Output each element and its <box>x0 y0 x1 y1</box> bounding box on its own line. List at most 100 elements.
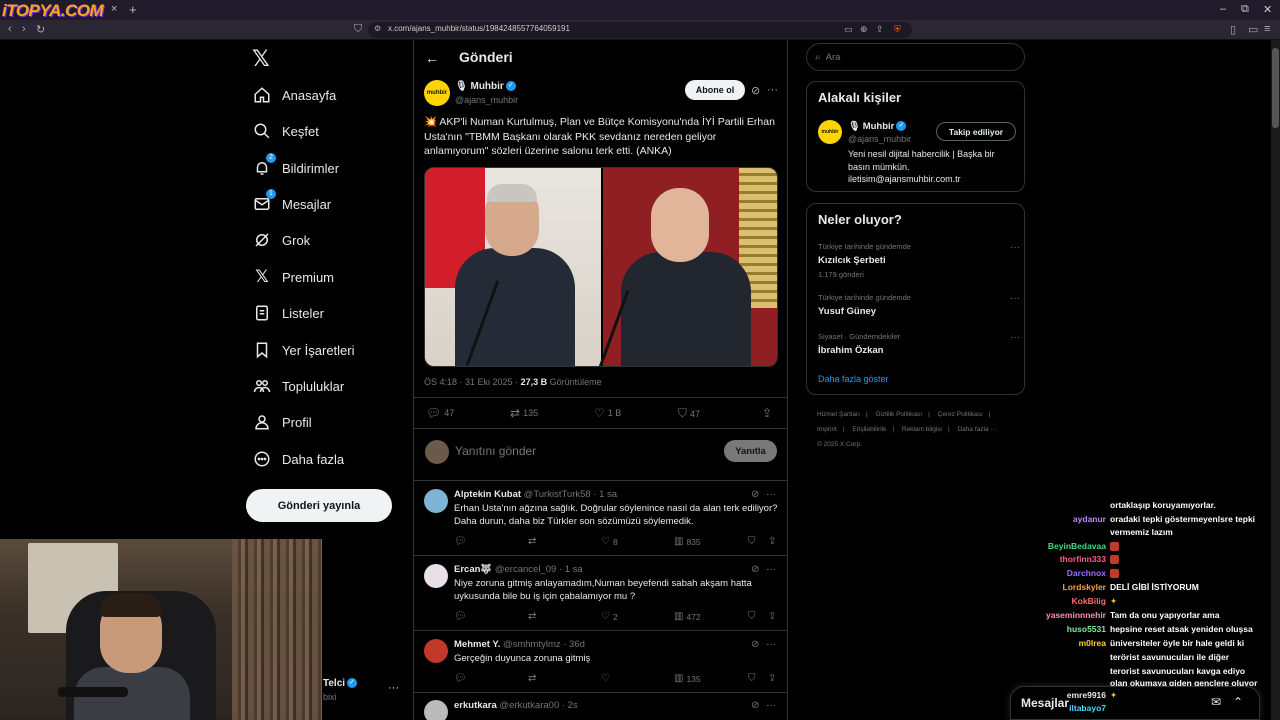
reply-handle[interactable]: @TurkistTurk58 <box>524 489 591 500</box>
nav-item-grok[interactable]: Grok <box>252 227 310 253</box>
like-action[interactable]: ♡ 2 <box>601 611 618 622</box>
back-arrow-icon[interactable]: ‹ <box>8 23 12 35</box>
reply-handle[interactable]: @erkutkara00 <box>499 700 559 711</box>
new-tab-button[interactable]: + <box>129 2 137 17</box>
account-more-icon[interactable]: ··· <box>388 682 399 694</box>
repost-action[interactable]: ⇄ <box>528 673 536 684</box>
footer-link[interactable]: Reklam bilgisi <box>902 426 942 433</box>
footer-link[interactable]: Hizmet Şartları <box>817 411 860 418</box>
grok-icon[interactable]: ⊘ <box>751 84 760 97</box>
nav-item-home[interactable]: Anasayfa <box>252 82 336 108</box>
reply-item[interactable]: Alptekin Kubat @TurkistTurk58 · 1 sa ⊘ ·… <box>414 489 788 556</box>
share-action[interactable]: ⇪ <box>768 673 776 684</box>
grok-icon[interactable]: ⊘ <box>751 639 759 650</box>
nav-item-bookmarks[interactable]: Yer İşaretleri <box>252 337 355 363</box>
post-button[interactable]: Gönderi yayınla <box>246 489 392 522</box>
bookmark-action[interactable]: ⛉ <box>748 536 756 547</box>
more-options-icon[interactable]: ··· <box>1010 242 1020 253</box>
like-action[interactable]: ♡ 8 <box>601 536 618 547</box>
nav-item-communities[interactable]: Topluluklar <box>252 373 344 399</box>
subscribe-button[interactable]: Abone ol <box>685 80 745 100</box>
footer-link[interactable]: Daha fazla ··· <box>957 426 996 433</box>
reply-action[interactable]: 💬︎ <box>454 611 467 622</box>
post-time[interactable]: ÖS 4:18 · 31 Eki 2025 · <box>424 377 521 387</box>
bookmark-action[interactable]: ⛉ <box>748 611 756 622</box>
page-scrollbar[interactable] <box>1271 40 1280 720</box>
sidebar-toggle-icon[interactable]: ▯ <box>1230 23 1236 36</box>
more-options-icon[interactable]: ··· <box>766 564 776 575</box>
reply-avatar[interactable] <box>424 700 448 720</box>
nav-item-more[interactable]: Daha fazla <box>252 446 344 472</box>
reply-item[interactable]: Mehmet Y. @smhmtylmz · 36d ⊘ ··· Gerçeği… <box>414 639 788 691</box>
reply-action[interactable]: 💬︎ <box>454 536 467 547</box>
footer-link[interactable]: Erişilebilirlik <box>852 426 886 433</box>
views-action[interactable]: ▥ 835 <box>674 536 701 547</box>
share-action[interactable]: ⇪ <box>762 406 772 420</box>
menu-icon[interactable]: ≡ <box>1264 23 1270 35</box>
footer-link[interactable]: Imprint <box>817 426 837 433</box>
show-more-link[interactable]: Daha fazla göster <box>818 374 889 384</box>
more-options-icon[interactable]: ··· <box>766 489 776 500</box>
reply-name[interactable]: Alptekin Kubat <box>454 489 521 500</box>
search-box[interactable]: ⌕ <box>806 43 1025 71</box>
bookmark-action[interactable]: ⛉ 47 <box>678 406 700 421</box>
reply-avatar[interactable] <box>424 564 448 588</box>
grok-icon[interactable]: ⊘ <box>751 489 759 500</box>
close-window-button[interactable]: ✕ <box>1263 3 1272 16</box>
minimize-button[interactable]: – <box>1220 3 1226 15</box>
url-text[interactable]: x.com/ajans_muhbir/status/19842485577640… <box>388 24 570 33</box>
more-options-icon[interactable]: ··· <box>766 700 776 711</box>
bookmark-page-icon[interactable]: ⛉ <box>354 23 362 36</box>
more-options-icon[interactable]: ··· <box>767 84 778 96</box>
wallet-icon[interactable]: ▭ <box>1248 23 1258 36</box>
back-arrow-icon[interactable]: ← <box>425 50 439 66</box>
search-input[interactable] <box>825 51 1006 63</box>
post-image[interactable] <box>424 167 778 367</box>
reload-icon[interactable]: ↻ <box>36 23 45 36</box>
repost-action[interactable]: ⇄ 135 <box>510 406 538 420</box>
grok-icon[interactable]: ⊘ <box>751 564 759 575</box>
cast-icon[interactable]: ▭ <box>844 24 853 35</box>
reply-action[interactable]: 💬︎ <box>454 673 467 684</box>
like-action[interactable]: ♡ <box>601 673 610 684</box>
trend-item[interactable]: Siyaset · Gündemdekiler İbrahim Özkan ··… <box>818 332 1020 356</box>
reply-name[interactable]: Mehmet Y. <box>454 639 500 650</box>
reply-time[interactable]: · 2s <box>562 700 578 711</box>
account-switcher[interactable]: Telci ✓ bixi <box>323 678 358 702</box>
restore-button[interactable]: ⧉ <box>1241 3 1249 16</box>
footer-link[interactable]: Gizlilik Politikası <box>876 411 923 418</box>
zoom-icon[interactable]: ⊕ <box>860 24 868 35</box>
reply-avatar[interactable] <box>424 489 448 513</box>
reply-time[interactable]: · 1 sa <box>593 489 617 500</box>
reply-time[interactable]: · 36d <box>563 639 585 650</box>
like-action[interactable]: ♡ 1 B <box>594 406 621 420</box>
related-handle[interactable]: @ajans_muhbir <box>848 134 911 144</box>
reply-input[interactable]: Yanıtını gönder <box>455 444 536 458</box>
reply-avatar[interactable] <box>424 639 448 663</box>
footer-link[interactable]: Çerez Politikası <box>938 411 983 418</box>
brave-shield-icon[interactable]: ⛨ <box>894 24 901 35</box>
repost-action[interactable]: ⇄ <box>528 611 536 622</box>
reply-name[interactable]: erkutkara <box>454 700 497 711</box>
site-info-icon[interactable]: ⚙ <box>374 24 381 33</box>
scrollbar-thumb[interactable] <box>1272 48 1279 128</box>
reply-handle[interactable]: @smhmtylmz <box>503 639 561 650</box>
reply-item[interactable]: erkutkara @erkutkara00 · 2s ⊘ ··· <box>414 700 788 720</box>
author-avatar[interactable]: muhbir <box>424 80 450 106</box>
share-action[interactable]: ⇪ <box>768 611 776 622</box>
views-action[interactable]: ▥ 472 <box>674 611 701 622</box>
related-avatar[interactable]: muhbir <box>818 120 842 144</box>
nav-item-lists[interactable]: Listeler <box>252 300 324 326</box>
trend-item[interactable]: Türkiye tarihinde gündemde Kızılcık Şerb… <box>818 242 1020 279</box>
x-logo-icon[interactable]: 𝕏 <box>252 46 270 72</box>
reply-handle[interactable]: @ercancel_09 <box>495 564 556 575</box>
nav-item-explore[interactable]: Keşfet <box>252 118 319 144</box>
more-options-icon[interactable]: ··· <box>1010 332 1020 343</box>
forward-arrow-icon[interactable]: › <box>22 23 26 35</box>
reply-name[interactable]: Ercan🐺 <box>454 564 492 575</box>
reply-time[interactable]: · 1 sa <box>559 564 583 575</box>
nav-item-premium[interactable]: 𝕏 Premium <box>252 264 334 290</box>
bookmark-action[interactable]: ⛉ <box>748 673 756 684</box>
share-action[interactable]: ⇪ <box>768 536 776 547</box>
nav-item-messages[interactable]: 1 Mesajlar <box>252 189 331 217</box>
